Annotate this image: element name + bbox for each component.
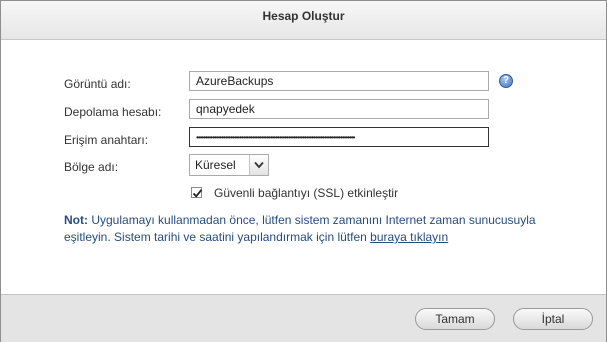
cancel-button[interactable]: İptal (513, 308, 593, 330)
region-select-value: Küresel (195, 158, 236, 172)
storage-account-label: Depolama hesabı: (64, 105, 162, 119)
time-sync-note: Not: Uygulamayı kullanmadan önce, lütfen… (64, 212, 584, 246)
checkmark-icon (192, 189, 203, 198)
ok-button[interactable]: Tamam (415, 308, 495, 330)
ssl-checkbox[interactable] (191, 187, 203, 198)
display-name-input[interactable] (189, 71, 489, 91)
storage-account-input[interactable] (189, 99, 489, 119)
dialog-title: Hesap Oluştur (1, 1, 606, 40)
help-icon[interactable]: ? (499, 74, 513, 88)
note-prefix: Not: (64, 213, 88, 227)
create-account-dialog: Hesap Oluştur Görüntü adı: ? Depolama he… (0, 0, 607, 342)
chevron-down-icon (254, 161, 264, 169)
dialog-footer: Tamam İptal (1, 294, 606, 342)
region-select[interactable]: Küresel (189, 154, 269, 176)
access-key-input[interactable] (189, 127, 489, 147)
ssl-checkbox-label: Güvenli bağlantıyı (SSL) etkinleştir (214, 186, 399, 200)
region-label: Bölge adı: (64, 160, 119, 174)
dropdown-button[interactable] (249, 155, 268, 175)
configure-time-link[interactable]: buraya tıklayın (370, 230, 448, 244)
display-name-label: Görüntü adı: (64, 77, 131, 91)
note-text: Uygulamayı kullanmadan önce, lütfen sist… (64, 213, 536, 244)
access-key-label: Erişim anahtarı: (64, 133, 149, 147)
